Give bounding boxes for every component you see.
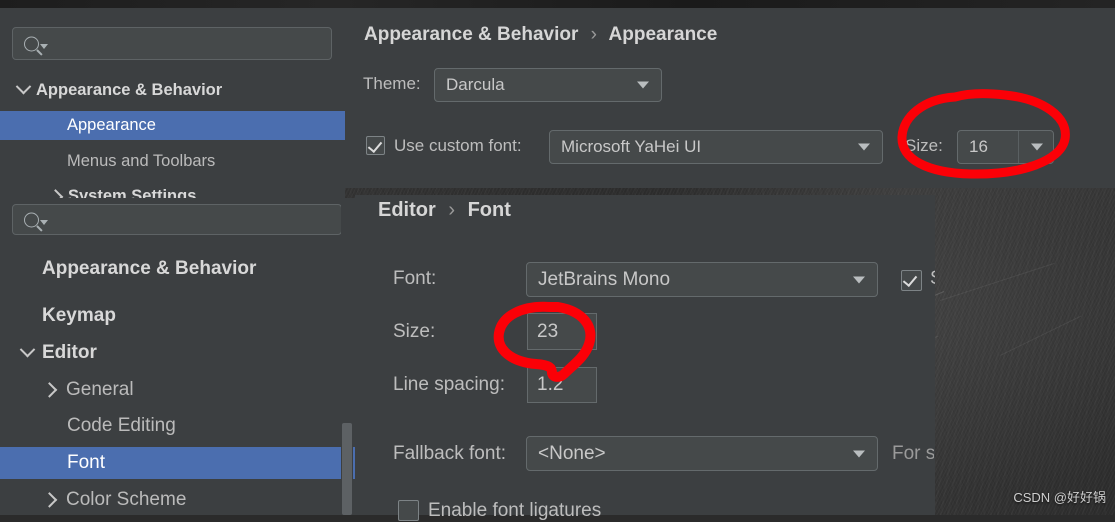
show-only-monospaced-checkbox[interactable] — [901, 270, 922, 291]
font-label: Font: — [393, 268, 437, 289]
enable-font-ligatures-checkbox[interactable] — [398, 500, 419, 521]
sidebar-item-color-scheme[interactable]: Color Scheme — [0, 485, 383, 514]
sidebar-item-label: Color Scheme — [66, 488, 187, 510]
sidebar-item-general[interactable]: General — [0, 375, 383, 404]
custom-font-value: Microsoft YaHei UI — [561, 137, 702, 156]
show-only-monospaced-label: S — [930, 268, 935, 290]
watermark: CSDN @好好锅 — [1013, 490, 1106, 505]
chevron-right-icon[interactable] — [41, 492, 57, 508]
window-top-strip — [0, 0, 1115, 8]
breadcrumb-separator: › — [590, 24, 597, 45]
sidebar-item-appearance-behavior-top[interactable]: Appearance & Behavior — [0, 77, 361, 104]
fallback-font-hint: For s — [892, 443, 934, 464]
sidebar-item-label: Code Editing — [67, 414, 176, 436]
use-custom-font-checkbox[interactable] — [366, 136, 385, 155]
use-custom-font-label: Use custom font: — [394, 136, 522, 155]
breadcrumb-separator: › — [448, 199, 456, 221]
chevron-down-icon[interactable] — [637, 81, 649, 89]
line-spacing-label: Line spacing: — [393, 374, 505, 395]
search-icon — [24, 212, 39, 227]
chevron-down-icon[interactable] — [853, 450, 865, 457]
sidebar-item-appearance-behavior-bottom[interactable]: Appearance & Behavior — [0, 254, 383, 284]
sidebar-item-label: Menus and Toolbars — [67, 151, 216, 170]
font-size-value-top: 16 — [969, 137, 988, 156]
chevron-down-icon[interactable] — [853, 276, 865, 283]
search-icon — [24, 36, 39, 51]
line-spacing-value: 1.2 — [537, 374, 564, 395]
chevron-down-icon[interactable] — [1031, 143, 1043, 151]
font-dropdown[interactable]: JetBrains Mono — [526, 262, 878, 297]
chevron-down-icon[interactable] — [15, 78, 31, 97]
sidebar-item-label: Editor — [42, 342, 97, 363]
breadcrumb-top: Appearance & Behavior › Appearance — [364, 24, 717, 46]
font-size-input-bottom[interactable]: 23 — [527, 313, 597, 350]
breadcrumb-leaf: Font — [467, 199, 511, 221]
search-input-top[interactable] — [12, 27, 332, 60]
sidebar-item-label: Appearance & Behavior — [42, 258, 257, 279]
chevron-down-icon — [40, 219, 48, 225]
font-size-dropdown-top[interactable]: 16 — [957, 130, 1054, 164]
theme-value: Darcula — [446, 75, 505, 94]
sidebar-scrollbar-thumb[interactable] — [342, 423, 352, 515]
sidebar-item-keymap[interactable]: Keymap — [0, 301, 383, 331]
fallback-font-dropdown[interactable]: <None> — [526, 436, 878, 471]
font-size-value-bottom: 23 — [537, 320, 559, 342]
line-spacing-input[interactable]: 1.2 — [527, 367, 597, 403]
font-size-label-bottom: Size: — [393, 321, 436, 342]
sidebar-item-label: General — [66, 378, 134, 400]
fallback-font-label: Fallback font: — [393, 443, 506, 464]
custom-font-dropdown[interactable]: Microsoft YaHei UI — [549, 130, 883, 164]
chevron-right-icon[interactable] — [41, 382, 57, 398]
breadcrumb-root: Appearance & Behavior — [364, 24, 579, 45]
fallback-font-value: <None> — [538, 442, 606, 464]
sidebar-item-label: Appearance — [67, 116, 156, 134]
breadcrumb-root: Editor — [378, 199, 436, 221]
chevron-down-icon[interactable] — [19, 341, 35, 360]
sidebar-item-label: Appearance & Behavior — [36, 81, 223, 99]
sidebar-item-editor[interactable]: Editor — [0, 338, 361, 368]
chevron-down-icon — [40, 43, 48, 49]
chevron-down-icon[interactable] — [858, 143, 870, 151]
breadcrumb-leaf: Appearance — [608, 24, 718, 45]
sidebar-item-label: Keymap — [42, 305, 116, 326]
breadcrumb-bottom: Editor › Font — [378, 199, 511, 222]
font-size-label-top: Size: — [905, 136, 943, 155]
theme-dropdown[interactable]: Darcula — [434, 68, 662, 102]
font-value: JetBrains Mono — [538, 268, 671, 290]
theme-label: Theme: — [363, 74, 421, 93]
search-input-bottom[interactable] — [12, 204, 342, 235]
sidebar-item-label: Font — [67, 452, 106, 473]
enable-font-ligatures-label: Enable font ligatures — [428, 500, 602, 521]
